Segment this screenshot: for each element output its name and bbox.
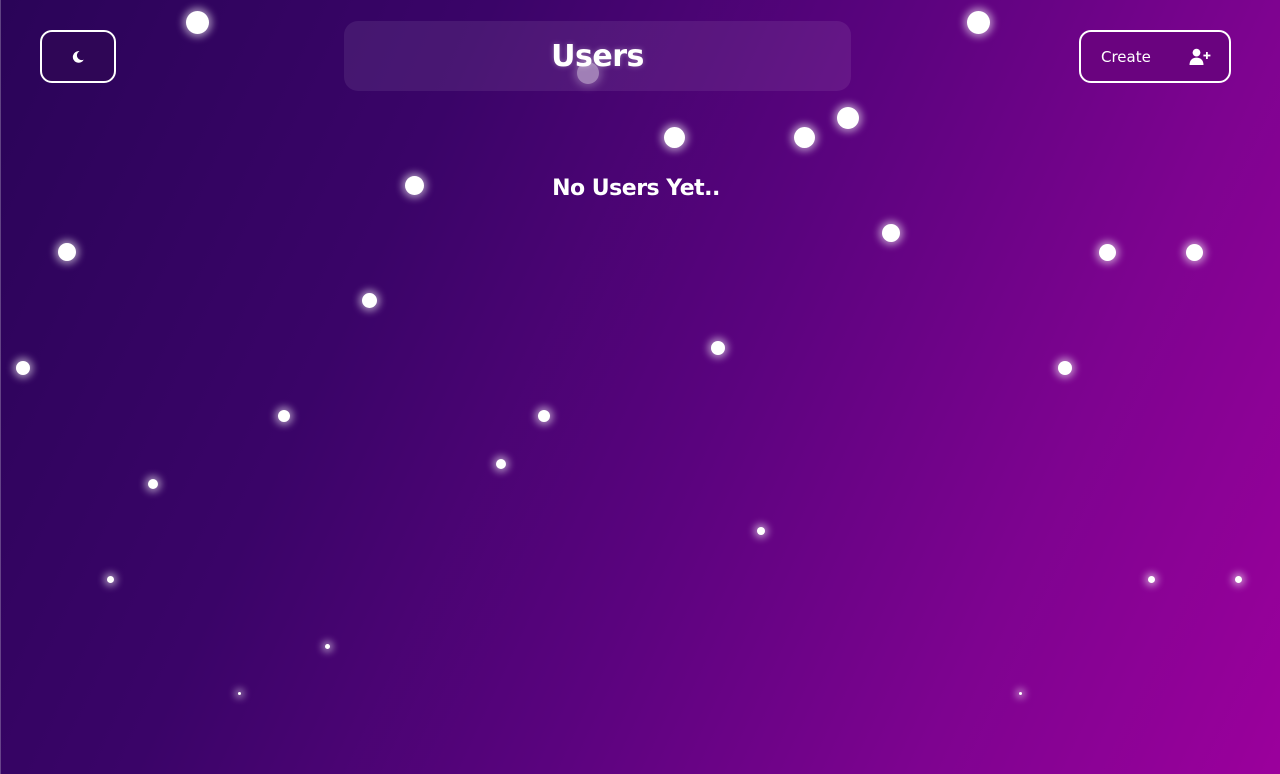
bubble — [58, 243, 76, 261]
user-plus-icon — [1189, 48, 1211, 65]
bubble — [186, 11, 209, 34]
bubble — [664, 127, 685, 148]
app-page: Users Create No Users Yet.. — [0, 0, 1280, 774]
moon-icon — [72, 50, 84, 63]
bubble — [538, 410, 550, 422]
bubble — [1235, 576, 1242, 583]
bubble — [148, 479, 158, 489]
bubble — [1099, 244, 1116, 261]
bubble — [278, 410, 290, 422]
bubble — [882, 224, 900, 242]
create-user-button[interactable]: Create — [1079, 30, 1231, 83]
bubble — [496, 459, 506, 469]
theme-toggle-button[interactable] — [40, 30, 116, 83]
bubble — [1058, 361, 1072, 375]
bubble — [711, 341, 725, 355]
bubble — [967, 11, 990, 34]
page-title-container: Users — [344, 21, 851, 91]
bubble — [1019, 692, 1022, 695]
decorative-bubbles — [1, 0, 1280, 774]
empty-users-message: No Users Yet.. — [552, 176, 720, 201]
bubble — [362, 293, 377, 308]
bubble — [325, 644, 330, 649]
bubble — [837, 107, 859, 129]
bubble — [238, 692, 241, 695]
bubble — [1186, 244, 1203, 261]
bubble — [757, 527, 765, 535]
page-title: Users — [551, 38, 644, 74]
bubble — [107, 576, 114, 583]
bubble — [1148, 576, 1155, 583]
bubble — [16, 361, 30, 375]
bubble — [794, 127, 815, 148]
create-button-label: Create — [1101, 47, 1151, 66]
